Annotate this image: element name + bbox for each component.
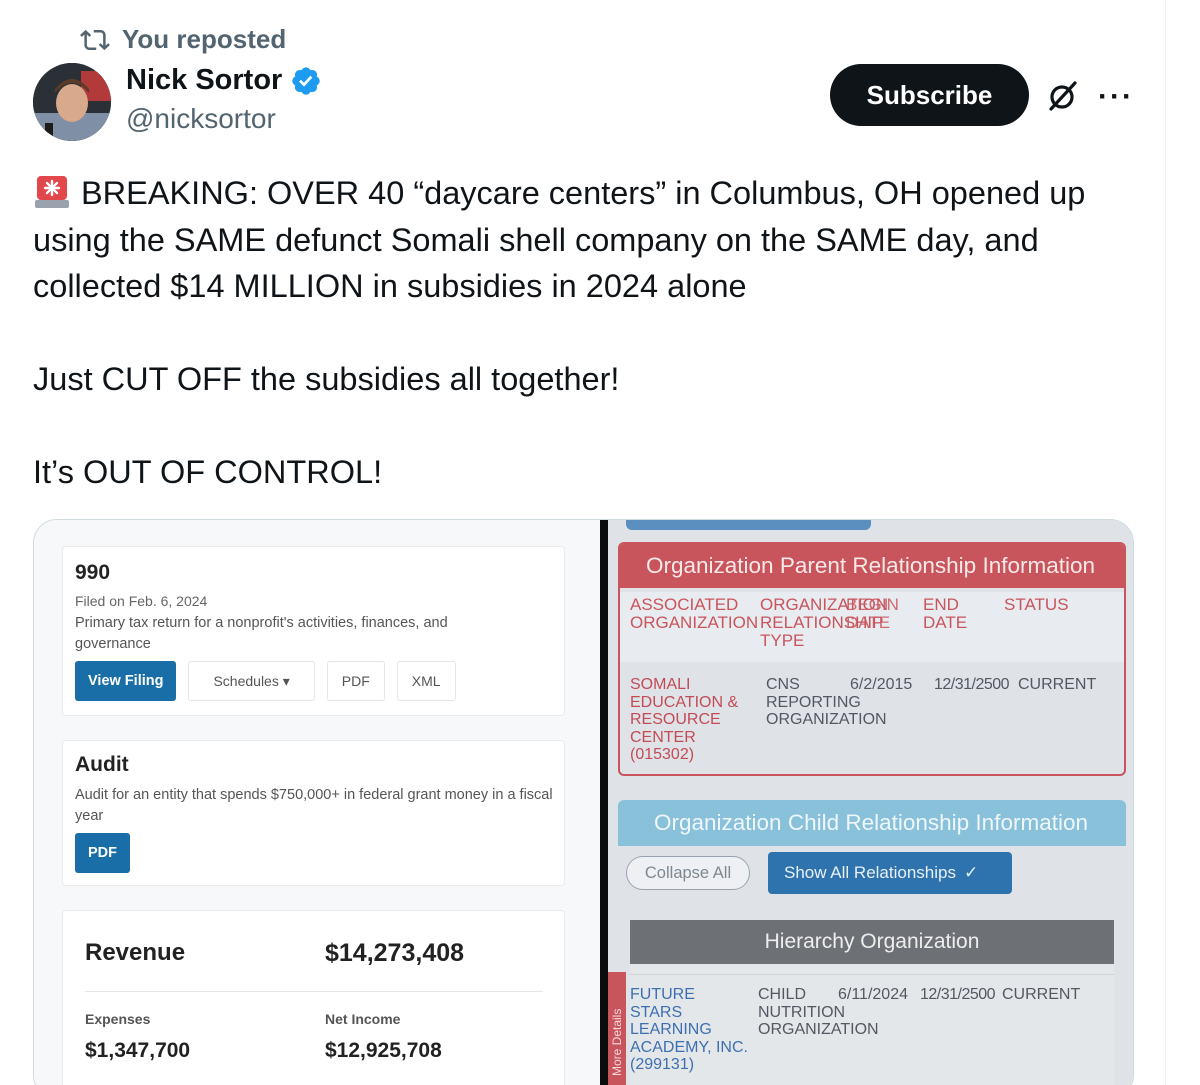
author-info[interactable]: Nick Sortor @nicksortor — [126, 64, 322, 135]
tweet-body: BREAKING: OVER 40 “daycare centers” in C… — [33, 170, 1143, 496]
author-name[interactable]: Nick Sortor — [126, 64, 282, 97]
tweet-paragraph-2: Just CUT OFF the subsidies all together! — [33, 361, 620, 397]
financials-card: Revenue $14,273,408 Expenses $1,347,700 … — [62, 910, 565, 1085]
parent-end-date: 12/31/2500 — [934, 676, 1010, 693]
more-options-icon[interactable]: ··· — [1098, 80, 1134, 114]
parent-org-name[interactable]: SOMALI EDUCATION & RESOURCE CENTER (0153… — [630, 676, 750, 764]
author-handle[interactable]: @nicksortor — [126, 103, 322, 135]
pdf-button[interactable]: PDF — [326, 661, 385, 701]
verified-badge-icon — [292, 66, 320, 95]
image-divider — [600, 520, 608, 1085]
form-990-description: Primary tax return for a nonprofit's act… — [75, 615, 448, 652]
collapse-all-button[interactable]: Collapse All — [626, 856, 750, 890]
show-all-label: Show All Relationships — [784, 863, 956, 882]
view-filing-button[interactable]: View Filing — [75, 661, 177, 701]
grok-icon[interactable] — [1045, 78, 1081, 114]
audit-pdf-button[interactable]: PDF — [75, 833, 130, 873]
audit-title: Audit — [75, 753, 129, 776]
parent-begin-date: 6/2/2015 — [850, 676, 913, 693]
more-details-tab[interactable]: More Details — [608, 972, 626, 1085]
repost-icon — [80, 29, 110, 50]
avatar[interactable] — [33, 63, 111, 141]
repost-label: You reposted — [122, 24, 287, 54]
net-income-value: $12,925,708 — [325, 1039, 442, 1062]
child-status: CURRENT — [1002, 986, 1081, 1003]
hierarchy-header: Hierarchy Organization — [630, 920, 1114, 964]
subscribe-button[interactable]: Subscribe — [830, 64, 1029, 126]
xml-button[interactable]: XML — [396, 661, 456, 701]
audit-description: Audit for an entity that spends $750,000… — [75, 787, 553, 824]
schedules-dropdown[interactable]: Schedules ▾ — [188, 661, 315, 701]
parent-status: CURRENT — [1018, 676, 1097, 693]
child-relationship-header: Organization Child Relationship Informat… — [618, 800, 1126, 846]
media-image[interactable]: 990 Filed on Feb. 6, 2024 Primary tax re… — [33, 519, 1134, 1085]
revenue-label: Revenue — [85, 939, 186, 966]
expenses-value: $1,347,700 — [85, 1039, 191, 1062]
child-end-date: 12/31/2500 — [920, 986, 996, 1003]
form-990-filed-date: Filed on Feb. 6, 2024 — [75, 593, 208, 609]
rotating-light-emoji-icon — [35, 176, 69, 208]
organization-relationships-panel: Organization Parent Relationship Informa… — [608, 520, 1133, 1085]
checkmark-icon: ✓ — [963, 863, 979, 882]
audit-card: Audit Audit for an entity that spends $7… — [62, 740, 565, 886]
tweet-paragraph-3: It’s OUT OF CONTROL! — [33, 454, 383, 490]
tweet-paragraph-1: BREAKING: OVER 40 “daycare centers” in C… — [33, 170, 1143, 310]
col-status: STATUS — [1004, 595, 1069, 614]
form-990-card: 990 Filed on Feb. 6, 2024 Primary tax re… — [62, 546, 565, 716]
col-associated-organization: ASSOCIATED ORGANIZATION — [630, 595, 759, 632]
show-all-relationships-button[interactable]: Show All Relationships ✓ — [768, 852, 1012, 894]
col-end-date: END DATE — [923, 595, 968, 632]
timeline-border — [1165, 0, 1166, 1085]
col-begin-date: BEGIN DATE — [846, 595, 899, 632]
form-990-title: 990 — [75, 561, 111, 584]
child-relationship-box: Organization Child Relationship Informat… — [618, 800, 1126, 1085]
child-begin-date: 6/11/2024 — [838, 986, 908, 1003]
hierarchy-table: Hierarchy Organization FUTURE STARS LEAR… — [630, 920, 1114, 1085]
repost-indicator: You reposted — [80, 24, 286, 55]
nonprofit-filings-panel: 990 Filed on Feb. 6, 2024 Primary tax re… — [34, 520, 600, 1085]
parent-relationship-box: Organization Parent Relationship Informa… — [618, 542, 1126, 776]
net-income-label: Net Income — [325, 1011, 401, 1027]
tweet-text-line-1: BREAKING: OVER 40 “daycare centers” in C… — [33, 175, 1086, 304]
revenue-value: $14,273,408 — [325, 939, 465, 967]
child-org-name[interactable]: FUTURE STARS LEARNING ACADEMY, INC. (299… — [630, 986, 750, 1074]
parent-relationship-header: Organization Parent Relationship Informa… — [620, 544, 1124, 588]
expenses-label: Expenses — [85, 1011, 151, 1027]
